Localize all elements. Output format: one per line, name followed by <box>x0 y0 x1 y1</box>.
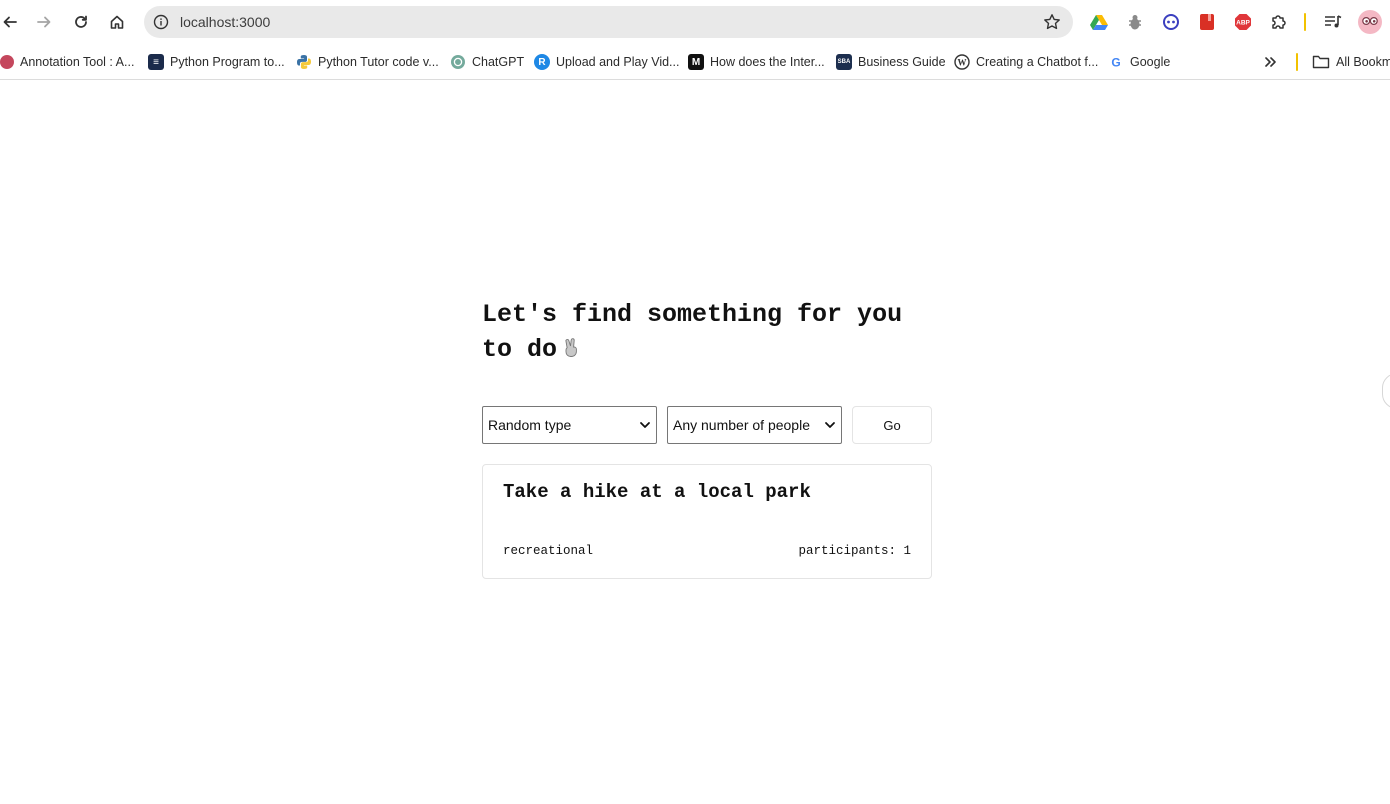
reload-icon <box>75 15 87 28</box>
bookmarks-divider <box>1296 53 1298 71</box>
forward-button[interactable] <box>29 7 59 37</box>
svg-text:W: W <box>958 57 967 67</box>
home-icon <box>110 15 124 29</box>
bookmark-label: Upload and Play Vid... <box>556 55 680 69</box>
svg-text:G: G <box>1111 56 1120 70</box>
toolbar-divider <box>1304 13 1306 31</box>
forward-arrow-icon <box>37 16 51 28</box>
bookmark-label: ChatGPT <box>472 55 525 69</box>
browser-toolbar: localhost:3000 ABP <box>0 0 1390 44</box>
page-title: Let's find something for you to do <box>482 297 942 367</box>
chevron-down-icon <box>640 422 650 428</box>
activity-type-select[interactable]: Random type <box>482 406 657 444</box>
red-book-extension-icon[interactable] <box>1196 11 1218 33</box>
activity-participants-label: participants: 1 <box>798 544 911 558</box>
site-info-icon[interactable] <box>150 11 172 33</box>
page-content: Let's find something for you to do Rando… <box>0 81 1390 804</box>
victory-hand-icon <box>565 338 577 357</box>
folder-icon <box>1312 55 1330 69</box>
bookmark-how-does-internet[interactable]: M How does the Inter... <box>688 51 825 73</box>
medium-favicon: M <box>688 54 704 70</box>
activity-type-label: recreational <box>503 544 594 558</box>
double-chevron-right-icon <box>1265 57 1276 67</box>
python-program-favicon: ≡ <box>148 54 164 70</box>
bookmark-label: Python Program to... <box>170 55 285 69</box>
bookmark-annotation-tool[interactable]: Annotation Tool : A... <box>0 51 134 73</box>
side-panel-handle[interactable] <box>1382 373 1390 409</box>
page-title-text: Let's find something for you to do <box>482 300 903 364</box>
activity-title: Take a hike at a local park <box>503 481 811 503</box>
bookmark-label: Creating a Chatbot f... <box>976 55 1099 69</box>
google-drive-icon[interactable] <box>1088 11 1110 33</box>
profile-avatar-icon[interactable] <box>1357 9 1383 35</box>
bookmark-star-icon[interactable] <box>1041 11 1063 33</box>
bookmark-upload-play-video[interactable]: R Upload and Play Vid... <box>534 51 679 73</box>
all-bookmarks-folder[interactable]: All Bookm <box>1312 51 1390 73</box>
extensions-puzzle-icon[interactable] <box>1268 11 1290 33</box>
more-bookmarks-button[interactable] <box>1264 51 1278 73</box>
all-bookmarks-label: All Bookm <box>1336 55 1390 69</box>
adblock-plus-icon[interactable]: ABP <box>1232 11 1254 33</box>
bookmark-google[interactable]: G Google <box>1108 51 1170 73</box>
bookmark-python-tutor[interactable]: Python Tutor code v... <box>296 51 439 73</box>
bookmark-label: How does the Inter... <box>710 55 825 69</box>
wordpress-favicon: W <box>954 54 970 70</box>
back-button[interactable] <box>0 7 25 37</box>
sba-favicon: SBA <box>836 54 852 70</box>
bookmarks-bar: Annotation Tool : A... ≡ Python Program … <box>0 44 1390 80</box>
activity-type-value: Random type <box>488 417 572 433</box>
activity-card: Take a hike at a local park recreational… <box>482 464 932 579</box>
bookmark-business-guide[interactable]: SBA Business Guide <box>836 51 946 73</box>
go-button[interactable]: Go <box>852 406 932 444</box>
participants-value: Any number of people <box>673 417 810 433</box>
bookmark-python-program[interactable]: ≡ Python Program to... <box>148 51 285 73</box>
url-text[interactable]: localhost:3000 <box>180 14 270 30</box>
reading-list-icon[interactable] <box>1322 11 1344 33</box>
bookmark-creating-chatbot[interactable]: W Creating a Chatbot f... <box>954 51 1098 73</box>
bookmark-label: Python Tutor code v... <box>318 55 439 69</box>
bookmark-label: Annotation Tool : A... <box>20 55 135 69</box>
participants-select[interactable]: Any number of people <box>667 406 842 444</box>
bookmark-label: Google <box>1130 55 1171 69</box>
back-arrow-icon <box>3 16 17 28</box>
annotation-tool-favicon <box>0 55 14 69</box>
face-extension-icon[interactable] <box>1160 11 1182 33</box>
chatgpt-favicon <box>450 54 466 70</box>
bookmark-chatgpt[interactable]: ChatGPT <box>450 51 524 73</box>
home-button[interactable] <box>102 7 132 37</box>
bug-extension-icon[interactable] <box>1124 11 1146 33</box>
r-logo-favicon: R <box>534 54 550 70</box>
bookmark-label: Business Guide <box>858 55 946 69</box>
address-bar[interactable]: localhost:3000 <box>144 6 1073 38</box>
python-logo-icon <box>296 54 312 70</box>
google-favicon: G <box>1108 54 1124 70</box>
reload-button[interactable] <box>66 7 96 37</box>
chevron-down-icon <box>825 422 835 428</box>
svg-text:ABP: ABP <box>1236 20 1250 27</box>
